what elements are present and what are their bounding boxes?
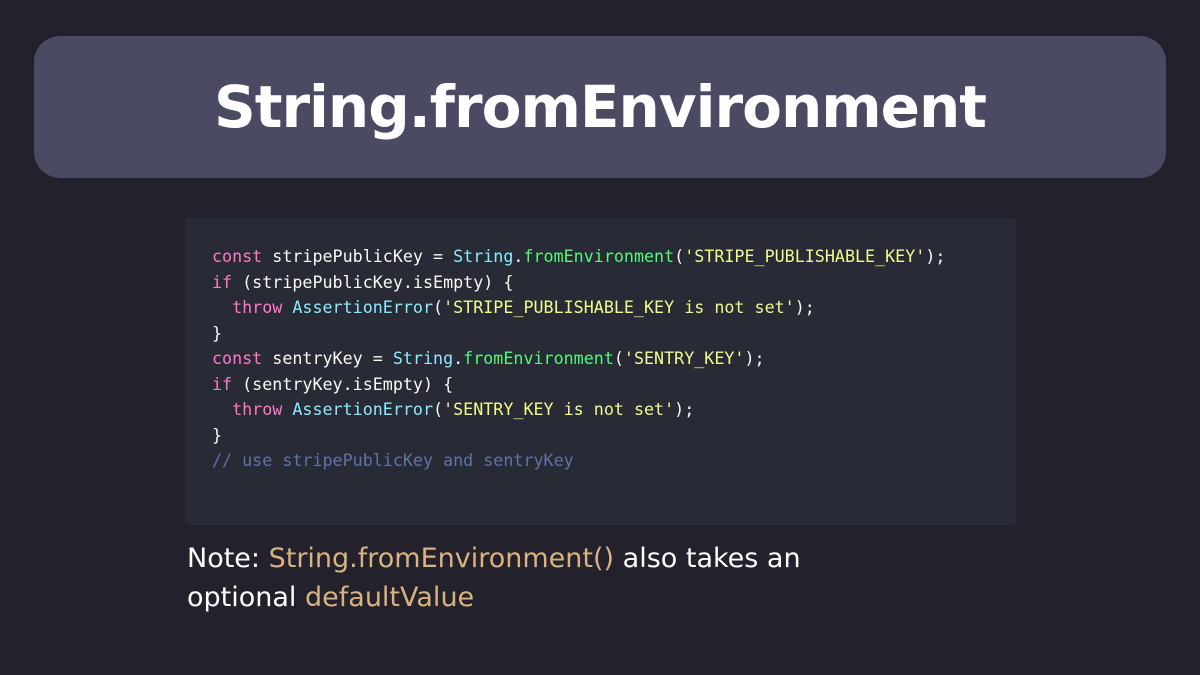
code-token: 'STRIPE_PUBLISHABLE_KEY is not set': [443, 297, 795, 317]
code-line: const sentryKey = String.fromEnvironment…: [212, 346, 1016, 372]
code-token: 'SENTRY_KEY': [623, 348, 745, 368]
code-line: if (stripePublicKey.isEmpty) {: [212, 270, 1016, 296]
code-token: (sentryKey.isEmpty) {: [232, 373, 454, 394]
code-token: );: [744, 348, 765, 368]
note-highlight-function: String.fromEnvironment(): [268, 543, 615, 574]
code-token: );: [925, 246, 946, 266]
code-token: fromEnvironment: [523, 246, 675, 266]
code-token: sentryKey =: [262, 348, 393, 368]
code-token: .: [453, 348, 464, 368]
note-text: Note: String.fromEnvironment() also take…: [187, 539, 887, 617]
code-token: (: [674, 246, 685, 266]
note-highlight-default-value: defaultValue: [305, 582, 475, 613]
code-line: if (sentryKey.isEmpty) {: [212, 372, 1016, 398]
code-token: AssertionError: [292, 399, 434, 419]
code-token: fromEnvironment: [463, 348, 614, 368]
code-token: .: [513, 246, 524, 266]
code-token: // use stripePublicKey and sentryKey: [212, 450, 574, 470]
code-token: 'SENTRY_KEY is not set': [443, 399, 675, 419]
code-line: }: [212, 423, 1016, 449]
code-block: const stripePublicKey = String.fromEnvir…: [185, 218, 1016, 525]
code-token: (: [433, 399, 444, 419]
code-token: 'STRIPE_PUBLISHABLE_KEY': [684, 246, 926, 266]
code-token: (stripePublicKey.isEmpty) {: [232, 271, 514, 292]
code-token: throw: [232, 399, 283, 419]
code-token: );: [674, 399, 695, 419]
code-token: );: [794, 297, 815, 317]
code-token: stripePublicKey =: [262, 246, 454, 266]
code-token: }: [212, 424, 223, 445]
code-token: AssertionError: [292, 297, 434, 317]
code-token: (: [613, 348, 624, 368]
code-token: String: [453, 246, 514, 266]
code-token: String: [392, 348, 454, 368]
code-token: const: [212, 246, 263, 266]
code-token: }: [212, 322, 223, 343]
code-line: const stripePublicKey = String.fromEnvir…: [212, 244, 1016, 270]
code-token: const: [212, 348, 263, 368]
code-token: if: [212, 373, 233, 394]
code-token: (: [433, 297, 444, 317]
code-line: // use stripePublicKey and sentryKey: [212, 448, 1016, 474]
code-line: throw AssertionError('SENTRY_KEY is not …: [212, 397, 1016, 423]
title-banner: String.fromEnvironment: [34, 36, 1166, 178]
code-token: throw: [232, 297, 283, 317]
code-line: throw AssertionError('STRIPE_PUBLISHABLE…: [212, 295, 1016, 321]
code-token: if: [212, 271, 233, 292]
code-line: }: [212, 321, 1016, 347]
slide-title: String.fromEnvironment: [213, 73, 987, 141]
note-prefix: Note:: [187, 543, 269, 574]
